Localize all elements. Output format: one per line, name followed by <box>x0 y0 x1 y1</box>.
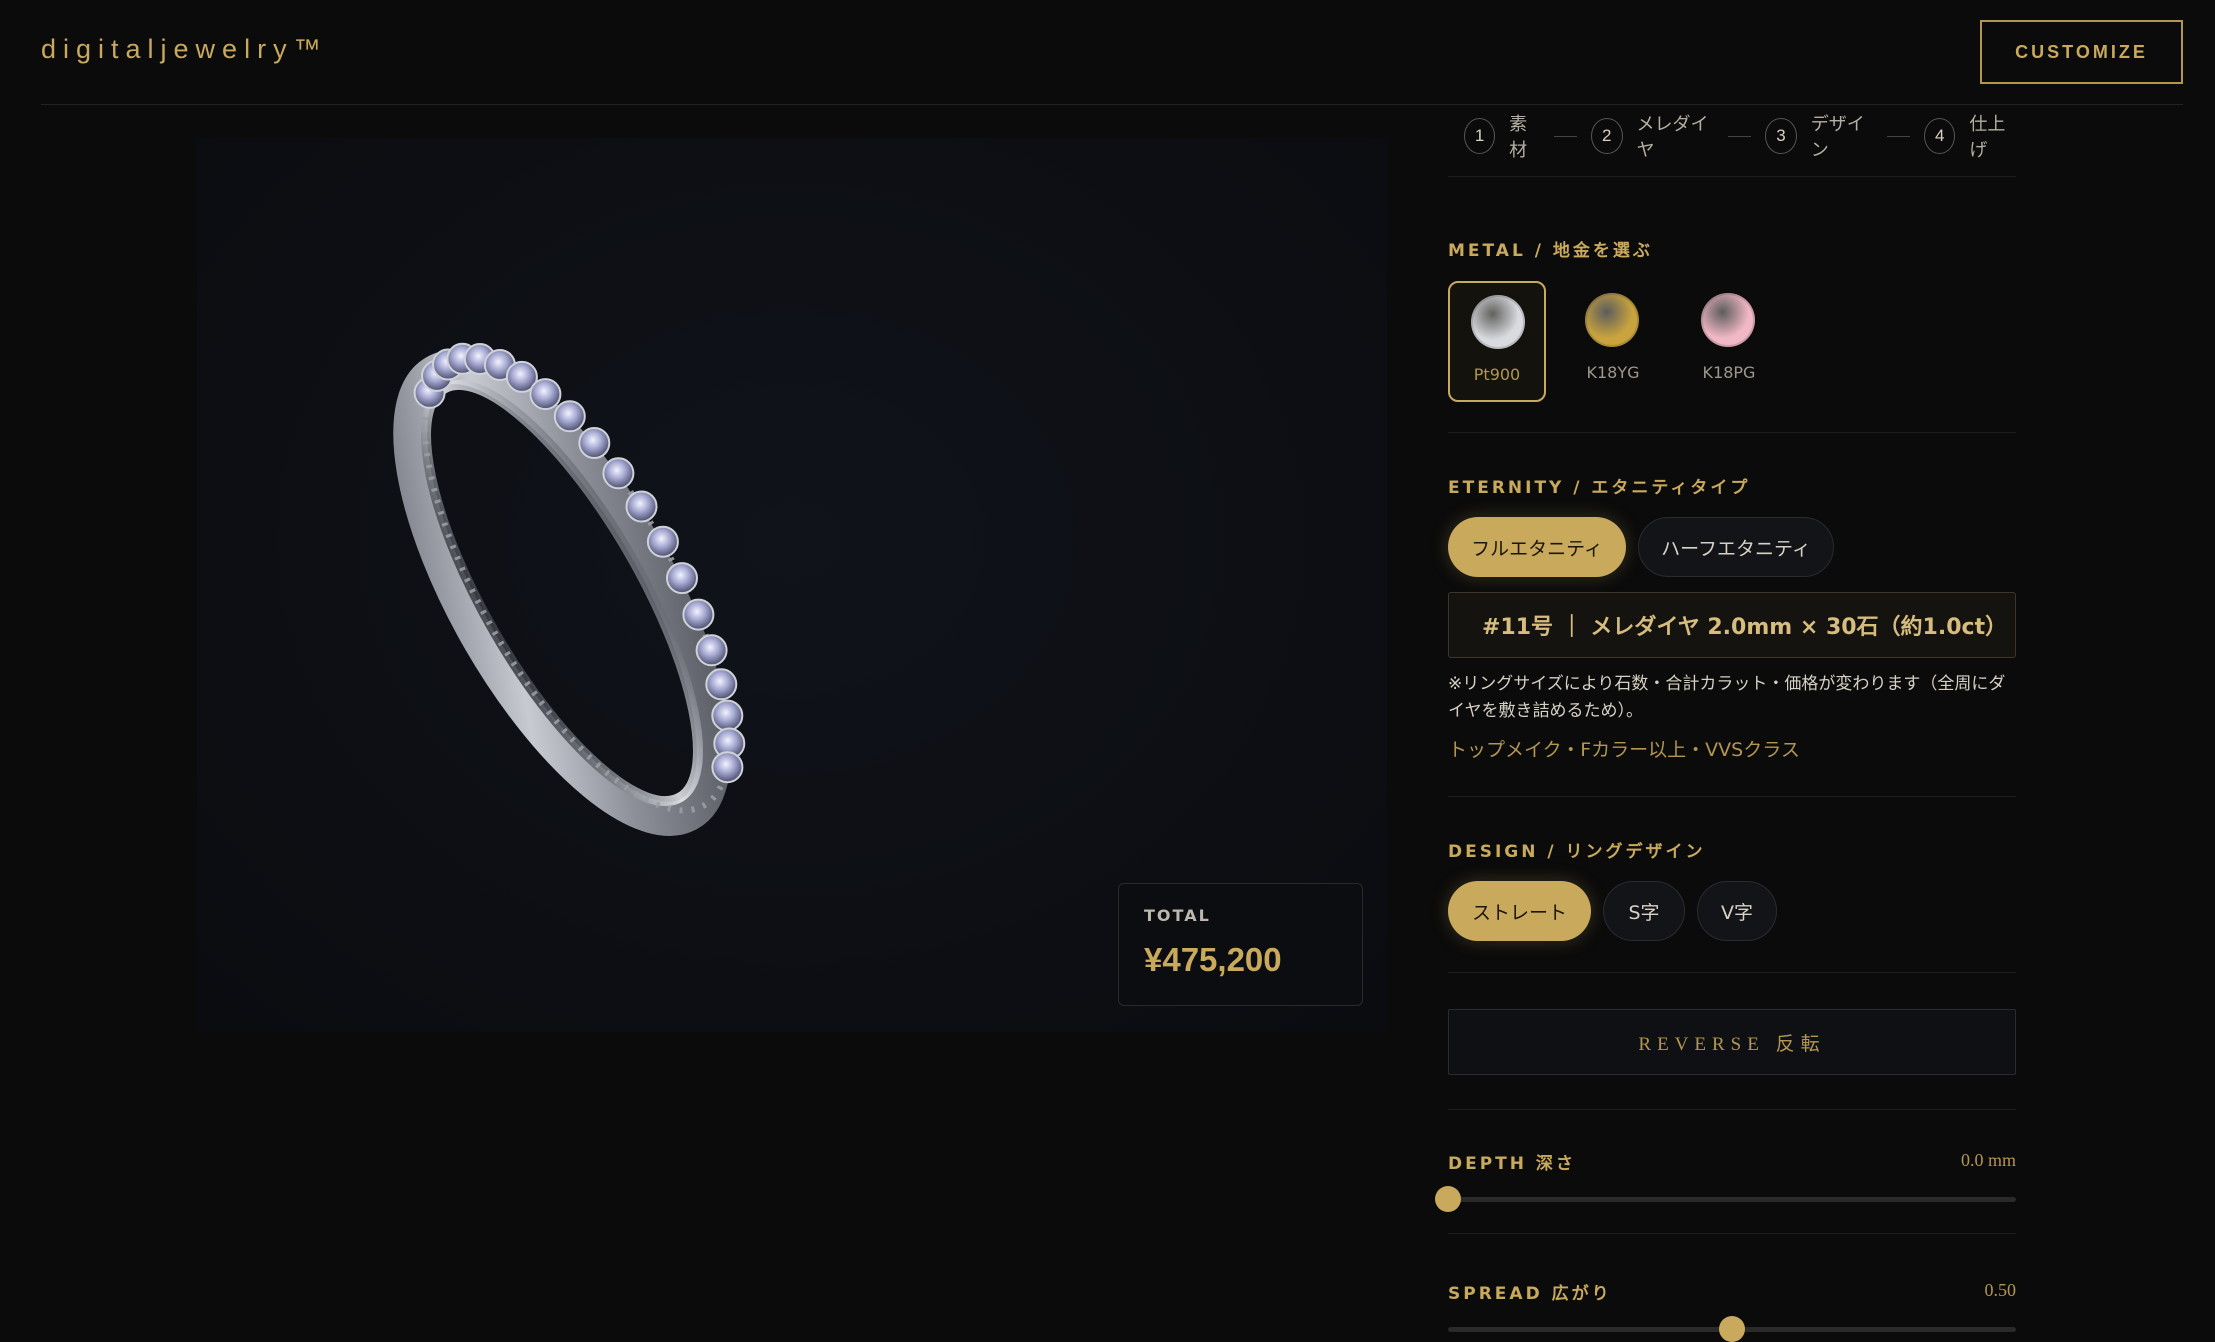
diamond-stone <box>711 699 744 732</box>
site-header: digitaljewelry™ CUSTOMIZE <box>0 0 2215 106</box>
customize-panel: 1 素材 2 メレダイヤ 3 デザイン 4 仕上げ METAL / 地金を選ぶ … <box>1435 106 2017 1342</box>
total-price-card: TOTAL ¥475,200 <box>1118 883 1363 1006</box>
step-number: 4 <box>1924 118 1956 154</box>
eternity-full-button[interactable]: フルエタニティ <box>1448 517 1626 577</box>
diamond-stone <box>625 490 658 523</box>
metal-option-k18yg[interactable]: K18YG <box>1564 281 1662 402</box>
metal-section-title: METAL / 地金を選ぶ <box>1448 241 1653 261</box>
step-number: 1 <box>1464 118 1496 154</box>
step-4[interactable]: 4 仕上げ <box>1924 110 2016 162</box>
step-number: 3 <box>1765 118 1797 154</box>
design-section-title: DESIGN / リングデザイン <box>1448 842 1706 862</box>
metal-swatch <box>1585 293 1639 347</box>
ring-3d-viewer[interactable]: TOTAL ¥475,200 <box>197 138 1387 1032</box>
ring-spec-box: #11号 ｜ メレダイヤ 2.0mm × 30石（約1.0ct） <box>1448 592 2016 658</box>
divider <box>1448 176 2016 177</box>
eternity-half-button[interactable]: ハーフエタニティ <box>1638 517 1834 577</box>
step-separator <box>1554 135 1577 137</box>
size-note: ※リングサイズにより石数・合計カラット・価格が変わります（全周にダイヤを敷き詰め… <box>1448 674 2006 721</box>
diamond-stone <box>529 378 562 411</box>
step-indicator: 1 素材 2 メレダイヤ 3 デザイン 4 仕上げ <box>1464 114 2016 161</box>
step-label: デザイン <box>1810 114 1865 161</box>
metal-option-pt900[interactable]: Pt900 <box>1448 281 1546 402</box>
diamond-stone <box>705 668 738 701</box>
header-divider <box>41 104 2183 105</box>
step-label: メレダイヤ <box>1636 114 1709 161</box>
divider <box>1448 1233 2016 1234</box>
spread-label: SPREAD 広がり <box>1448 1284 1612 1304</box>
step-separator <box>1728 135 1752 137</box>
design-straight-button[interactable]: ストレート <box>1448 881 1591 941</box>
design-v-button[interactable]: V字 <box>1697 881 1777 941</box>
diamond-stone <box>602 457 635 490</box>
total-label: TOTAL <box>1144 906 1211 925</box>
eternity-section-title: ETERNITY / エタニティタイプ <box>1448 478 1751 498</box>
total-value: ¥475,200 <box>1144 941 1282 978</box>
logo[interactable]: digitaljewelry™ <box>41 34 328 65</box>
divider <box>1448 432 2016 433</box>
spread-slider[interactable] <box>1448 1316 2016 1342</box>
metal-label: K18YG <box>1586 363 1640 382</box>
diamond-stone <box>695 634 728 667</box>
step-1[interactable]: 1 素材 <box>1464 110 1540 162</box>
diamond-stone <box>553 400 586 433</box>
metal-label: Pt900 <box>1473 365 1521 384</box>
design-s-button[interactable]: S字 <box>1603 881 1685 941</box>
reverse-button[interactable]: REVERSE 反転 <box>1448 1009 2016 1075</box>
spread-value: 0.50 <box>1984 1280 2017 1300</box>
step-number: 2 <box>1591 118 1623 154</box>
divider <box>1448 972 2016 973</box>
step-3[interactable]: 3 デザイン <box>1765 110 1873 162</box>
metal-swatch <box>1701 293 1755 347</box>
diamond-stone <box>578 427 611 459</box>
step-label: 仕上げ <box>1969 114 2006 161</box>
metal-label: K18PG <box>1702 363 1756 382</box>
diamond-stone <box>646 525 679 558</box>
diamond-quality-text: トップメイク・Fカラー以上・VVSクラス <box>1448 739 1800 761</box>
depth-slider-thumb[interactable] <box>1435 1186 1461 1212</box>
depth-label: DEPTH 深さ <box>1448 1154 1576 1174</box>
step-separator <box>1887 135 1911 137</box>
diamond-stone <box>711 751 744 784</box>
metal-swatch <box>1471 295 1525 349</box>
step-label: 素材 <box>1509 114 1528 161</box>
divider <box>1448 1109 2016 1110</box>
customize-button[interactable]: CUSTOMIZE <box>1980 20 2183 84</box>
depth-value: 0.0 mm <box>1960 1150 2016 1170</box>
depth-slider[interactable] <box>1435 1186 2016 1212</box>
diamond-stone <box>682 598 715 631</box>
divider <box>1448 796 2016 797</box>
diamond-stone <box>666 562 698 595</box>
spread-slider-thumb[interactable] <box>1719 1316 1745 1342</box>
metal-option-k18pg[interactable]: K18PG <box>1680 281 1778 402</box>
step-2[interactable]: 2 メレダイヤ <box>1591 110 1714 162</box>
